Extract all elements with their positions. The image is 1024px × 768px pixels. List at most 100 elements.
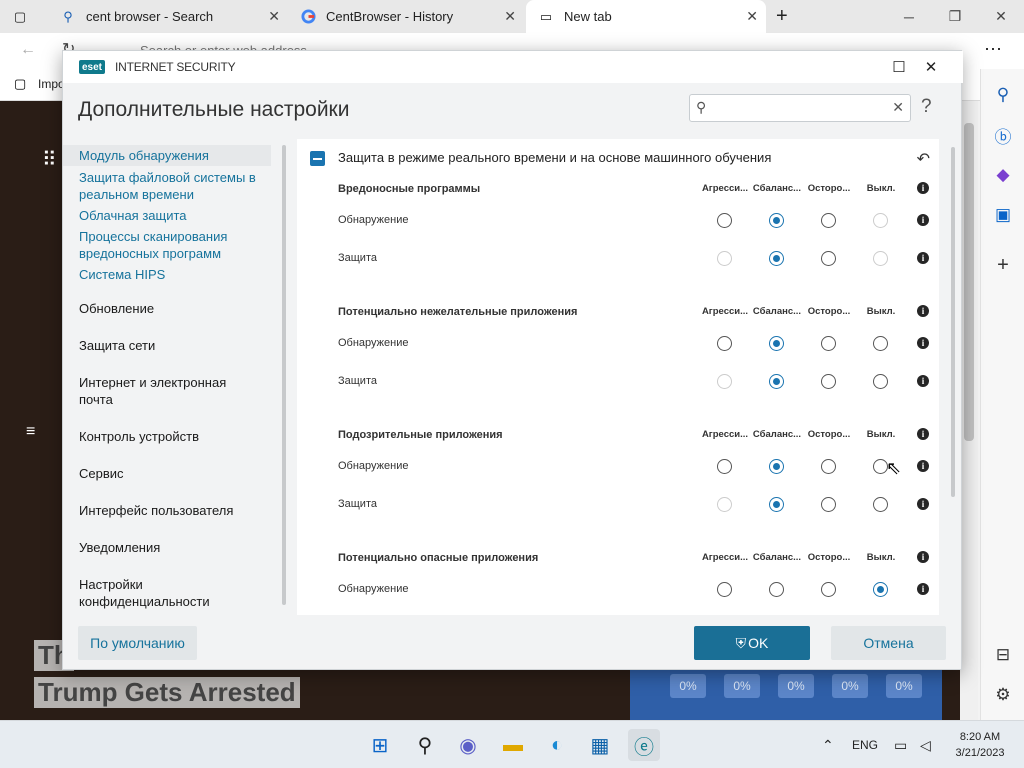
info-icon[interactable]: i bbox=[917, 182, 929, 194]
bing-icon[interactable]: ⓑ bbox=[981, 117, 1024, 153]
outlook-icon[interactable]: ▣ bbox=[981, 197, 1024, 233]
info-icon[interactable]: i bbox=[917, 551, 929, 563]
default-button[interactable]: По умолчанию bbox=[78, 626, 197, 660]
edge-icon[interactable]: ◐ bbox=[541, 729, 573, 761]
restore-button[interactable]: ❐ bbox=[932, 0, 978, 33]
info-icon[interactable]: i bbox=[917, 375, 929, 387]
level-radio[interactable] bbox=[873, 582, 888, 597]
level-radio[interactable] bbox=[769, 459, 784, 474]
level-radio[interactable] bbox=[821, 374, 836, 389]
menu-icon[interactable]: ≡ bbox=[26, 423, 35, 441]
nav-detection-engine[interactable]: Модуль обнаружения bbox=[63, 145, 271, 166]
close-tab-icon[interactable]: ✕ bbox=[268, 8, 280, 25]
collections-icon[interactable]: ◆ bbox=[981, 157, 1024, 193]
chat-icon[interactable]: ◉ bbox=[452, 729, 484, 761]
nav-cloud-protection[interactable]: Облачная защита bbox=[79, 207, 187, 224]
tab-search[interactable]: ⚲ cent browser - Search ✕ bbox=[48, 0, 288, 33]
level-radio[interactable] bbox=[717, 459, 732, 474]
minimize-button[interactable]: ─ bbox=[886, 0, 932, 33]
nav-tools[interactable]: Сервис bbox=[79, 465, 124, 482]
search-icon[interactable]: ⚲ bbox=[409, 729, 441, 761]
level-radio[interactable] bbox=[821, 497, 836, 512]
info-icon[interactable]: i bbox=[917, 583, 929, 595]
nav-malware-scans[interactable]: Процессы сканирования вредоносных програ… bbox=[79, 228, 259, 262]
chevron-up-icon[interactable]: ⌃ bbox=[822, 721, 834, 768]
info-icon[interactable]: i bbox=[917, 460, 929, 472]
nav-notifications[interactable]: Уведомления bbox=[79, 539, 160, 556]
new-tab-button[interactable]: + bbox=[768, 0, 804, 33]
info-icon[interactable]: i bbox=[917, 252, 929, 264]
start-icon[interactable]: ⊞ bbox=[364, 729, 396, 761]
info-icon[interactable]: i bbox=[917, 428, 929, 440]
sidebar-scrollbar[interactable] bbox=[282, 145, 286, 605]
back-icon[interactable]: ← bbox=[20, 41, 36, 59]
news-headline-line2[interactable]: Trump Gets Arrested bbox=[34, 677, 300, 708]
collapse-section-button[interactable] bbox=[310, 151, 325, 166]
eset-icon[interactable]: ⓔ bbox=[628, 729, 660, 761]
level-radio[interactable] bbox=[873, 374, 888, 389]
precip-value: 0% bbox=[832, 674, 868, 698]
level-radio[interactable] bbox=[717, 336, 732, 351]
level-radio[interactable] bbox=[717, 213, 732, 228]
level-radio[interactable] bbox=[717, 582, 732, 597]
maximize-button[interactable]: ☐ bbox=[887, 56, 911, 78]
level-radio[interactable] bbox=[769, 336, 784, 351]
level-radio[interactable] bbox=[873, 497, 888, 512]
section-title: Защита в режиме реального времени и на о… bbox=[338, 150, 772, 165]
nav-hips[interactable]: Система HIPS bbox=[79, 266, 165, 283]
level-radio[interactable] bbox=[769, 251, 784, 266]
cancel-button[interactable]: Отмена bbox=[831, 626, 946, 660]
nav-realtime-fs-protection[interactable]: Защита файловой системы в реальном време… bbox=[79, 169, 259, 203]
level-radio[interactable] bbox=[821, 582, 836, 597]
clear-search-icon[interactable]: ✕ bbox=[892, 99, 904, 116]
revert-icon[interactable]: ↶ bbox=[917, 149, 930, 169]
settings-icon[interactable]: ⚙ bbox=[981, 677, 1024, 713]
language-indicator[interactable]: ENG bbox=[852, 721, 878, 768]
settings-search[interactable]: ⚲ ✕ bbox=[689, 94, 911, 122]
file-explorer-icon[interactable]: ▬ bbox=[497, 729, 529, 761]
store-icon[interactable]: ▦ bbox=[584, 729, 616, 761]
level-radio[interactable] bbox=[873, 336, 888, 351]
tab-history[interactable]: CentBrowser - History ✕ bbox=[288, 0, 524, 33]
search-icon[interactable]: ⚲ bbox=[981, 77, 1024, 113]
nav-privacy-settings[interactable]: Настройки конфиденциальности bbox=[79, 576, 239, 610]
info-icon[interactable]: i bbox=[917, 214, 929, 226]
scrollbar-thumb[interactable] bbox=[964, 123, 974, 441]
info-icon[interactable]: i bbox=[917, 305, 929, 317]
network-icon[interactable]: ▭ bbox=[894, 721, 907, 768]
nav-device-control[interactable]: Контроль устройств bbox=[79, 428, 199, 445]
sidebar-toggle-icon[interactable]: ⊟ bbox=[981, 637, 1024, 673]
settings-search-input[interactable] bbox=[716, 98, 884, 118]
nav-network-protection[interactable]: Защита сети bbox=[79, 337, 155, 354]
level-radio[interactable] bbox=[821, 251, 836, 266]
volume-icon[interactable]: ◁ bbox=[920, 721, 931, 768]
level-radio[interactable] bbox=[769, 497, 784, 512]
eset-advanced-settings-dialog: eset INTERNET SECURITY ☐ ✕ Дополнительны… bbox=[62, 50, 963, 670]
nav-web-email[interactable]: Интернет и электронная почта bbox=[79, 374, 259, 408]
tab-actions-icon: ▢ bbox=[13, 8, 27, 24]
level-radio[interactable] bbox=[821, 213, 836, 228]
level-radio[interactable] bbox=[821, 459, 836, 474]
help-button[interactable]: ? bbox=[921, 96, 932, 118]
nav-update[interactable]: Обновление bbox=[79, 300, 154, 317]
level-radio[interactable] bbox=[769, 374, 784, 389]
level-radio[interactable] bbox=[769, 213, 784, 228]
ok-button[interactable]: ⛨ OK bbox=[694, 626, 810, 660]
more-icon[interactable]: ⋯ bbox=[984, 39, 1002, 60]
tab-actions-button[interactable]: ▢ bbox=[0, 0, 48, 33]
panel-scrollbar[interactable] bbox=[951, 147, 955, 497]
info-icon[interactable]: i bbox=[917, 337, 929, 349]
close-tab-icon[interactable]: ✕ bbox=[504, 8, 516, 25]
close-dialog-button[interactable]: ✕ bbox=[919, 56, 943, 78]
clock[interactable]: 8:20 AM 3/21/2023 bbox=[946, 729, 1014, 761]
favorite-item[interactable]: Impo bbox=[38, 77, 65, 91]
close-tab-icon[interactable]: ✕ bbox=[746, 8, 758, 25]
close-window-button[interactable]: ✕ bbox=[978, 0, 1024, 33]
apps-grid-icon[interactable]: ⠿ bbox=[42, 147, 57, 172]
info-icon[interactable]: i bbox=[917, 498, 929, 510]
add-icon[interactable]: + bbox=[981, 247, 1024, 283]
nav-user-interface[interactable]: Интерфейс пользователя bbox=[79, 502, 233, 519]
tab-new[interactable]: ▭ New tab ✕ bbox=[526, 0, 766, 33]
level-radio[interactable] bbox=[821, 336, 836, 351]
level-radio[interactable] bbox=[769, 582, 784, 597]
